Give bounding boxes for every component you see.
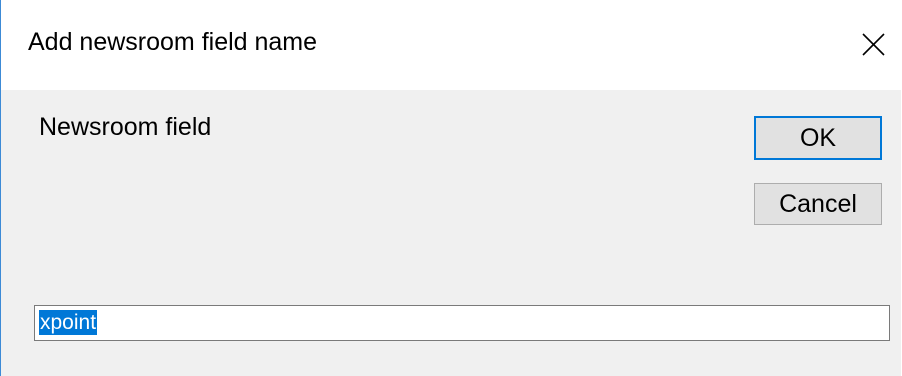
selected-input-text: xpoint: [39, 310, 98, 335]
close-icon: [862, 33, 885, 56]
newsroom-field-input[interactable]: xpoint: [34, 305, 890, 341]
cancel-button[interactable]: Cancel: [754, 183, 882, 225]
ok-button[interactable]: OK: [754, 116, 882, 160]
title-bar[interactable]: Add newsroom field name: [1, 0, 901, 90]
close-button[interactable]: [853, 26, 893, 66]
newsroom-field-label: Newsroom field: [39, 113, 212, 141]
add-field-dialog: Add newsroom field name Newsroom field O…: [0, 0, 901, 376]
dialog-title: Add newsroom field name: [28, 28, 318, 56]
dialog-body: Newsroom field OK Cancel xpoint: [1, 90, 901, 376]
